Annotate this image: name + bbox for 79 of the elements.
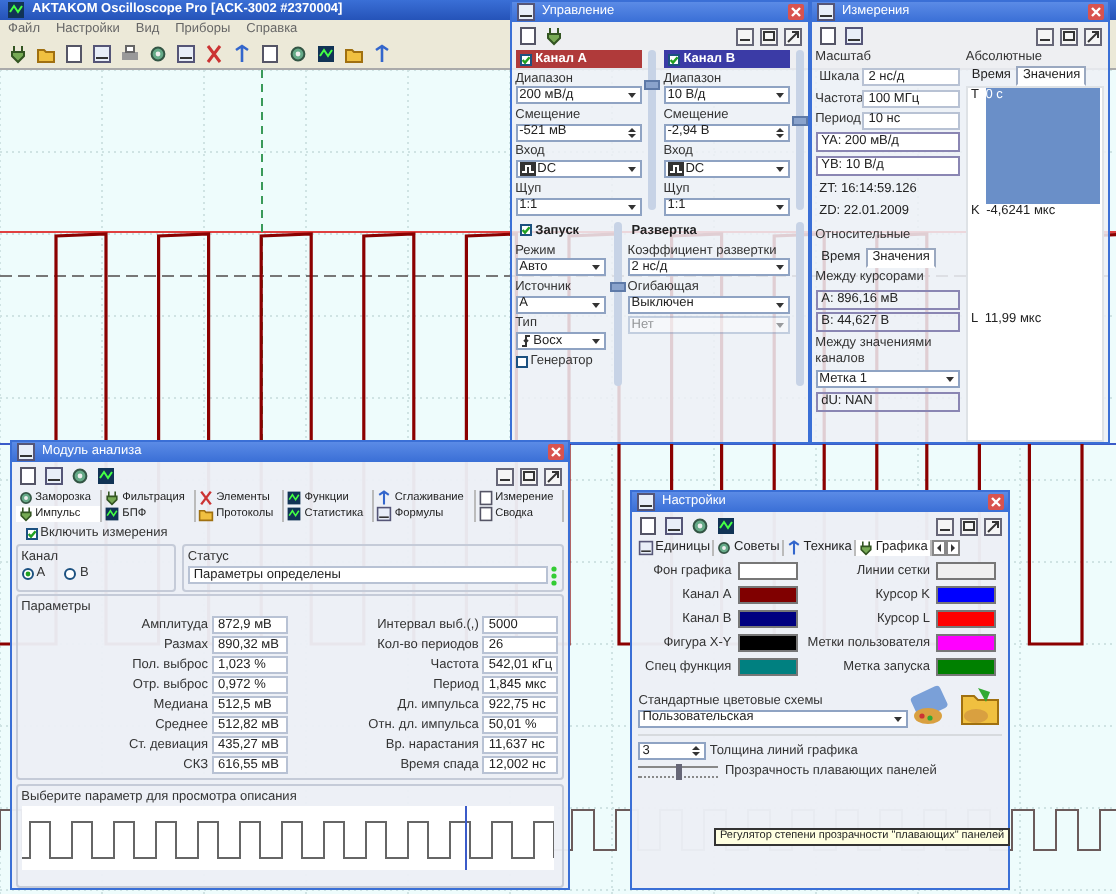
color-swatch[interactable] [936, 658, 997, 677]
color-swatch[interactable] [936, 586, 997, 605]
app-icon [6, 0, 26, 20]
expand-icon[interactable] [544, 467, 562, 485]
cut-icon[interactable] [204, 44, 224, 64]
window-icon[interactable] [844, 26, 864, 46]
caret-icon [774, 162, 787, 177]
minimize-icon[interactable] [936, 517, 954, 535]
folder-icon[interactable] [36, 44, 56, 64]
chart-icon[interactable] [716, 516, 736, 536]
folder-icon[interactable] [344, 44, 364, 64]
document-icon[interactable] [518, 26, 538, 46]
chart-icon [104, 506, 121, 522]
checkbox[interactable] [519, 224, 532, 237]
minimize-icon[interactable] [1036, 27, 1054, 45]
window-icon[interactable] [92, 44, 112, 64]
color-swatch[interactable] [936, 634, 997, 653]
caret-icon [774, 88, 787, 103]
window-icon[interactable] [664, 516, 684, 536]
palette-open-icon[interactable] [957, 683, 1002, 727]
checkbox[interactable] [667, 53, 680, 65]
minimize-icon[interactable] [496, 467, 514, 485]
spin-arrows-icon [626, 125, 639, 140]
radio-button[interactable] [64, 567, 77, 580]
slider-thumb[interactable] [644, 79, 661, 90]
slider-thumb[interactable] [609, 282, 626, 293]
caret-icon [626, 199, 639, 214]
cut-icon [198, 490, 215, 506]
expand-icon[interactable] [984, 517, 1002, 535]
coupling-icon [519, 162, 536, 177]
document-icon[interactable] [638, 516, 658, 536]
window-icon[interactable] [44, 466, 64, 486]
status-indicator-icon [550, 565, 559, 586]
coupling-icon [667, 162, 684, 177]
color-swatch[interactable] [737, 634, 798, 653]
document-icon[interactable] [260, 44, 280, 64]
caret-icon [943, 372, 956, 387]
caret-icon [626, 88, 639, 103]
minimize-icon[interactable] [736, 27, 754, 45]
color-swatch[interactable] [737, 562, 798, 581]
checkbox[interactable] [25, 527, 37, 540]
spin-arrows-icon [690, 744, 703, 758]
document-icon[interactable] [18, 466, 38, 486]
color-swatch[interactable] [936, 610, 997, 629]
chart-icon[interactable] [316, 44, 336, 64]
caret-icon [590, 260, 603, 275]
rising-edge-icon [519, 334, 532, 349]
printer-icon[interactable] [120, 44, 140, 64]
maximize-icon[interactable] [1060, 27, 1078, 45]
color-swatch[interactable] [737, 658, 798, 677]
close-icon[interactable] [548, 444, 564, 460]
expand-icon[interactable] [1084, 27, 1102, 45]
caret-icon [774, 199, 787, 214]
maximize-icon[interactable] [960, 517, 978, 535]
window-icon[interactable] [176, 44, 196, 64]
maximize-icon[interactable] [520, 467, 538, 485]
caret-icon [891, 711, 903, 725]
chart-icon[interactable] [96, 466, 116, 486]
caret-icon [590, 334, 603, 349]
document-icon[interactable] [818, 26, 838, 46]
color-swatch[interactable] [737, 610, 798, 629]
caret-icon [774, 260, 787, 275]
radio-button[interactable] [21, 567, 34, 580]
expand-icon[interactable] [784, 27, 802, 45]
checkbox[interactable] [515, 355, 528, 368]
color-swatch[interactable] [737, 586, 798, 605]
slider-thumb[interactable] [675, 763, 682, 780]
slider-thumb[interactable] [792, 116, 808, 127]
caret-icon [590, 297, 603, 312]
close-icon[interactable] [988, 494, 1004, 510]
document-icon[interactable] [64, 44, 84, 64]
scroll-arrows-icon[interactable] [931, 540, 960, 556]
maximize-icon[interactable] [760, 27, 778, 45]
spin-arrows-icon [774, 125, 787, 140]
caret-icon [626, 162, 639, 177]
checkbox[interactable] [519, 53, 532, 65]
color-swatch[interactable] [936, 562, 997, 581]
close-icon[interactable] [1088, 4, 1104, 20]
close-icon[interactable] [788, 4, 804, 20]
